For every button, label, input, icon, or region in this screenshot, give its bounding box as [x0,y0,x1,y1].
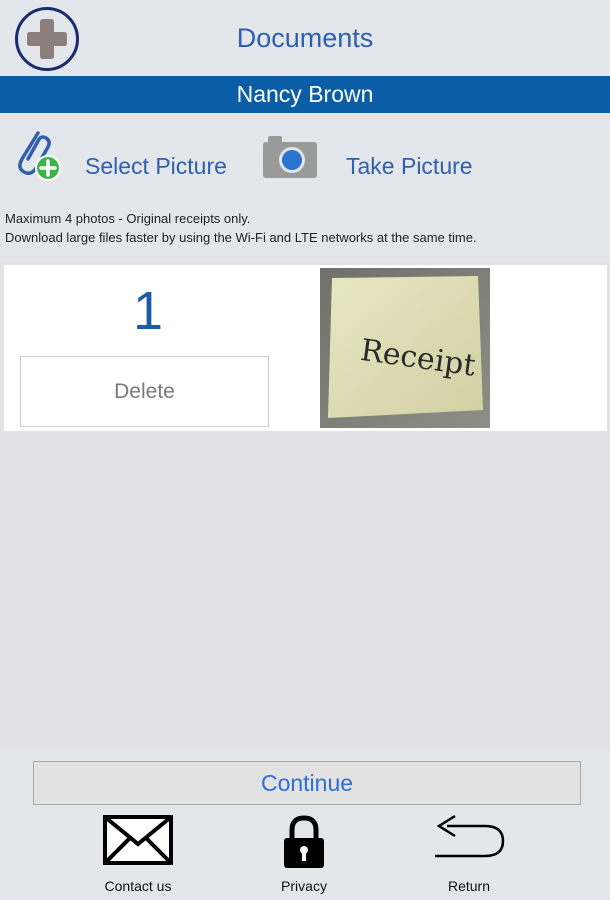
app-header: Documents [0,0,610,76]
picture-actions: Select Picture Take Picture [0,113,610,203]
nav-return[interactable]: Return [404,814,534,896]
page-title: Documents [236,23,374,53]
envelope-icon [103,815,173,865]
instruction-line-2: Download large files faster by using the… [5,230,477,245]
lock-icon [284,815,324,868]
continue-button[interactable]: Continue [33,761,581,805]
delete-photo-button[interactable]: Delete [20,356,269,427]
nav-label-privacy: Privacy [281,878,327,894]
select-picture-button[interactable]: Select Picture [8,123,238,187]
nav-label-return: Return [447,878,491,894]
receipt-photo-image: Receipt [320,268,490,428]
return-arrow-icon [435,814,505,858]
bottom-bar: Continue Contact us Privacy Return [0,748,610,900]
select-picture-label: Select Picture [85,153,227,179]
user-name-bar: Nancy Brown [0,76,610,113]
nav-privacy[interactable]: Privacy [239,814,369,896]
upload-instructions: Maximum 4 photos - Original receipts onl… [0,203,610,263]
attach-add-icon [18,131,61,181]
take-picture-label: Take Picture [346,153,473,179]
take-picture-button[interactable]: Take Picture [262,123,482,187]
camera-icon [263,136,317,178]
nav-contact-us[interactable]: Contact us [73,814,203,896]
receipt-photo-thumbnail[interactable]: Receipt [320,268,490,428]
photo-item: 1 Delete Receipt [4,265,607,431]
instruction-line-1: Maximum 4 photos - Original receipts onl… [5,211,251,226]
nav-label-contact-us: Contact us [104,878,172,894]
photo-number: 1 [132,281,164,341]
